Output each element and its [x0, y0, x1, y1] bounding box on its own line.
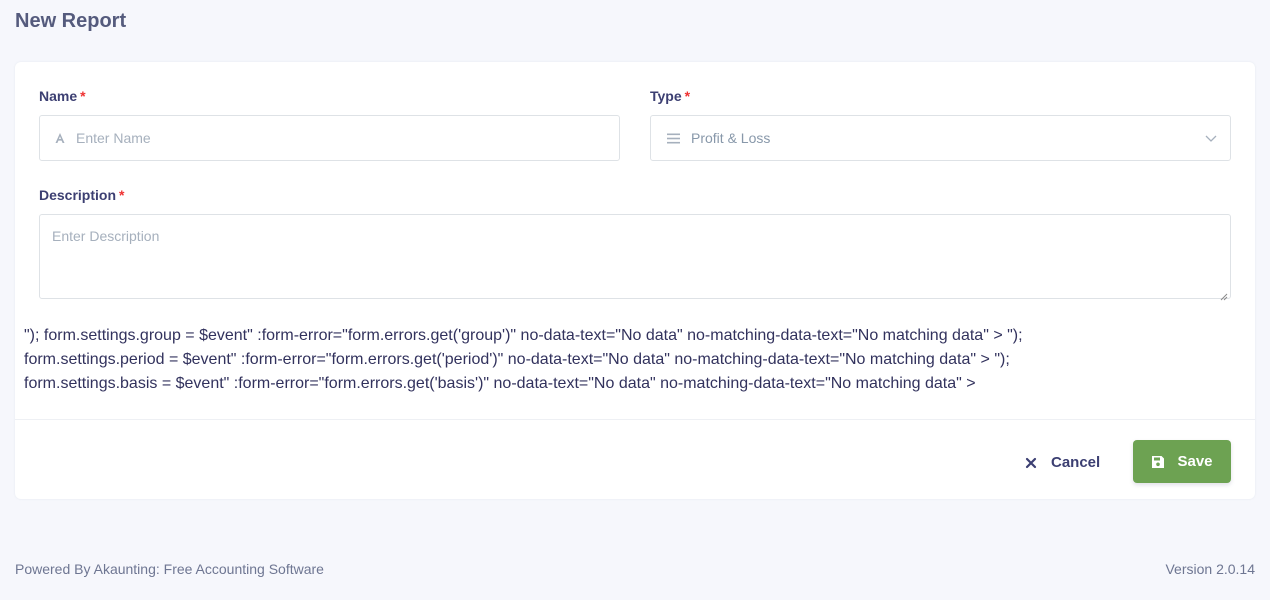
raw-text-line: "); form.settings.group = $event" :form-… [24, 327, 1023, 344]
description-field[interactable] [39, 214, 1231, 301]
type-label: Type * [650, 88, 690, 104]
card-footer-divider [15, 419, 1255, 420]
required-mark: * [119, 187, 125, 203]
description-textarea[interactable] [40, 215, 1230, 298]
name-field[interactable] [39, 115, 620, 161]
type-label-text: Type [650, 88, 682, 104]
raw-template-text: "); form.settings.group = $event" :form-… [24, 324, 1244, 396]
save-icon [1151, 455, 1165, 469]
description-label-text: Description [39, 187, 117, 203]
description-label: Description * [39, 187, 124, 203]
required-mark: * [80, 88, 86, 104]
close-icon [1025, 456, 1037, 469]
type-select-value: Profit & Loss [691, 130, 771, 146]
name-label: Name * [39, 88, 86, 104]
version-text: Version 2.0.14 [1165, 561, 1255, 577]
name-label-text: Name [39, 88, 78, 104]
bars-icon [665, 130, 681, 146]
powered-by-text: Powered By Akaunting: Free Accounting So… [15, 561, 324, 577]
cancel-button[interactable]: Cancel [1025, 452, 1100, 472]
save-button-label: Save [1177, 453, 1213, 470]
resize-handle-icon[interactable] [1220, 288, 1228, 301]
font-icon [52, 130, 68, 146]
name-input[interactable] [76, 130, 619, 146]
page-title: New Report [15, 10, 127, 32]
cancel-button-label: Cancel [1051, 453, 1101, 471]
save-button[interactable]: Save [1133, 440, 1231, 483]
raw-text-line: form.settings.period = $event" :form-err… [24, 351, 1010, 368]
raw-text-line: form.settings.basis = $event" :form-erro… [24, 375, 976, 392]
required-mark: * [684, 88, 691, 104]
report-form-card: Name* Type* Profit & Loss Description* "… [15, 62, 1255, 499]
chevron-down-icon[interactable] [1204, 131, 1218, 145]
type-select[interactable]: Profit & Loss [650, 115, 1231, 161]
